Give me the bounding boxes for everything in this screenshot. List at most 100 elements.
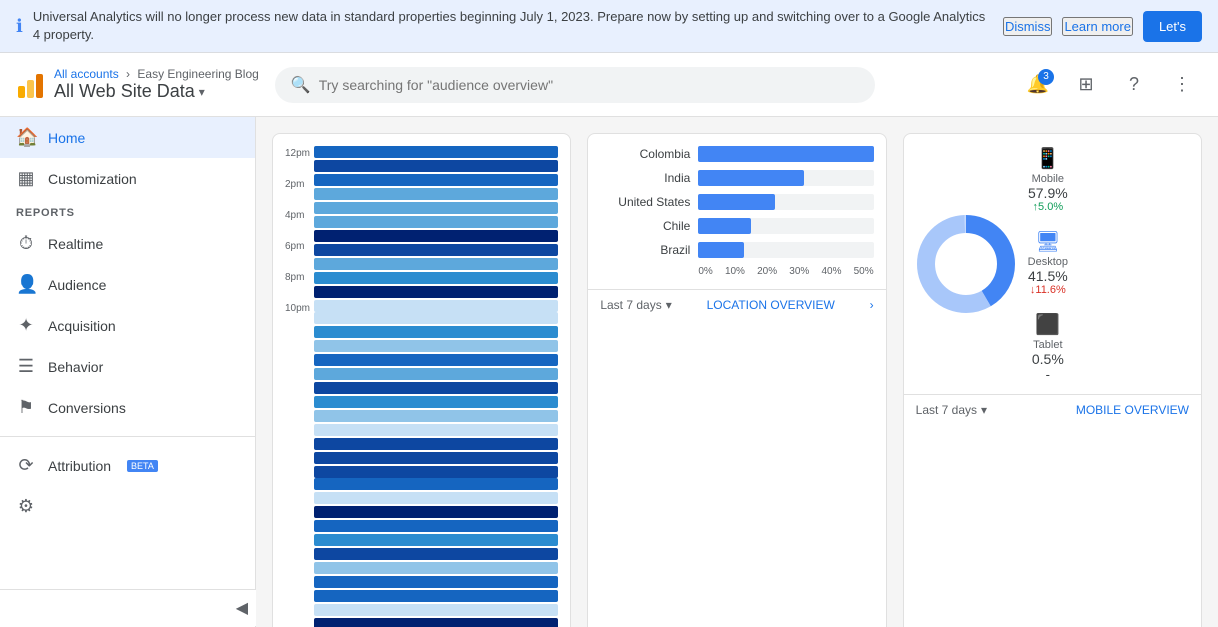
heatmap-cell[interactable] (314, 188, 558, 200)
location-bar-bg (698, 194, 873, 210)
heatmap-cell[interactable] (314, 590, 558, 602)
heatmap-cell[interactable] (314, 258, 558, 270)
help-button[interactable]: ? (1114, 65, 1154, 105)
device-value: 41.5% (1028, 268, 1068, 284)
main-layout: 🏠 Home ▦ Customization REPORTS ⏱ Realtim… (0, 117, 1218, 627)
location-overview-link[interactable]: LOCATION OVERVIEW (707, 298, 835, 312)
heatmap-cell[interactable] (314, 230, 558, 242)
heatmap-cell[interactable] (314, 396, 558, 408)
all-accounts-link[interactable]: All accounts (54, 67, 119, 81)
heatmap-cell[interactable] (314, 174, 558, 186)
heatmap-cell[interactable] (314, 368, 558, 380)
heatmap-cell[interactable] (314, 506, 558, 518)
device-period[interactable]: Last 7 days ▾ (916, 403, 987, 417)
sidebar-item-customization[interactable]: ▦ Customization (0, 158, 255, 199)
sidebar-item-acquisition[interactable]: ✦ Acquisition (0, 305, 255, 346)
heatmap-cell[interactable] (314, 520, 558, 532)
sidebar-item-attribution[interactable]: ⟳ Attribution BETA (0, 445, 255, 486)
heatmap-cell[interactable] (314, 326, 558, 338)
device-icon: 🖥 (1028, 229, 1068, 254)
device-body: 📱Mobile57.9%↑5.0%🖥Desktop41.5%↓11.6%⬛Tab… (904, 134, 1201, 394)
device-card: 📱Mobile57.9%↑5.0%🖥Desktop41.5%↓11.6%⬛Tab… (903, 133, 1202, 627)
sidebar-item-behavior[interactable]: ☰ Behavior (0, 346, 255, 387)
time-label: 6pm (285, 241, 310, 252)
mobile-overview-link[interactable]: MOBILE OVERVIEW (1076, 403, 1189, 417)
device-icon: ⬛ (1028, 312, 1068, 337)
axis-label: 10% (725, 266, 745, 277)
sidebar-collapse-button[interactable]: ◀ (0, 589, 256, 626)
header-actions: 🔔 3 ⊞ ? ⋮ (1018, 65, 1202, 105)
breadcrumb: All accounts › Easy Engineering Blog (54, 67, 259, 81)
location-dropdown-arrow: ▾ (666, 298, 672, 312)
heatmap-cell[interactable] (314, 466, 558, 478)
sidebar-item-home[interactable]: 🏠 Home (0, 117, 255, 158)
heatmap-cell[interactable] (314, 576, 558, 588)
sidebar-item-realtime[interactable]: ⏱ Realtime (0, 223, 255, 264)
lets-button[interactable]: Let's (1143, 11, 1202, 42)
axis-label: 0% (698, 266, 712, 277)
location-bar-fill (698, 146, 873, 162)
location-country-label: Brazil (600, 243, 690, 257)
property-name[interactable]: All Web Site Data ▾ (54, 81, 259, 102)
location-period[interactable]: Last 7 days ▾ (600, 298, 671, 312)
heatmap-cell[interactable] (314, 354, 558, 366)
location-row: United States (600, 194, 873, 210)
heatmap-cell[interactable] (314, 534, 558, 546)
heatmap-cell[interactable] (314, 478, 558, 490)
location-card: ColombiaIndiaUnited StatesChileBrazil0%1… (587, 133, 886, 627)
location-bar-bg (698, 218, 873, 234)
heatmap-cell[interactable] (314, 562, 558, 574)
sidebar-item-conversions[interactable]: ⚑ Conversions (0, 387, 255, 428)
axis-label: 40% (821, 266, 841, 277)
heatmap-cell[interactable] (314, 216, 558, 228)
location-country-label: India (600, 171, 690, 185)
dismiss-button[interactable]: Dismiss (1003, 17, 1053, 36)
device-stat-item: 📱Mobile57.9%↑5.0% (1028, 146, 1068, 213)
location-footer: Last 7 days ▾ LOCATION OVERVIEW › (588, 289, 885, 320)
heatmap-cell[interactable] (314, 604, 558, 616)
heatmap-cell[interactable] (314, 202, 558, 214)
settings-icon: ⚙ (16, 496, 36, 517)
heatmap-cell[interactable] (314, 244, 558, 256)
attribution-beta-badge: BETA (127, 460, 158, 472)
heatmap-cell[interactable] (314, 146, 558, 158)
heatmap-cell[interactable] (314, 272, 558, 284)
device-label: Mobile (1028, 173, 1068, 185)
heatmap-cell[interactable] (314, 286, 558, 298)
location-row: Brazil (600, 242, 873, 258)
time-labels: 12pm2pm4pm6pm8pm10pm (285, 146, 310, 314)
device-change: - (1028, 367, 1068, 382)
location-row: India (600, 170, 873, 186)
search-input[interactable] (319, 77, 859, 93)
heatmap-cell[interactable] (314, 312, 558, 324)
info-icon: ℹ (16, 16, 23, 37)
time-label: 4pm (285, 210, 310, 221)
location-country-label: Chile (600, 219, 690, 233)
heatmap-cell[interactable] (314, 492, 558, 504)
heatmap-cell[interactable] (314, 382, 558, 394)
sidebar-item-settings[interactable]: ⚙ (0, 486, 255, 527)
search-bar[interactable]: 🔍 (275, 67, 875, 103)
heatmap-cell[interactable] (314, 438, 558, 450)
notifications-button[interactable]: 🔔 3 (1018, 65, 1058, 105)
sidebar-item-audience[interactable]: 👤 Audience (0, 264, 255, 305)
device-value: 57.9% (1028, 185, 1068, 201)
sidebar-attribution-label: Attribution (48, 458, 111, 474)
device-icon: 📱 (1028, 146, 1068, 171)
learn-more-button[interactable]: Learn more (1062, 17, 1132, 36)
heatmap-cell[interactable] (314, 548, 558, 560)
more-options-button[interactable]: ⋮ (1162, 65, 1202, 105)
heatmap-cell[interactable] (314, 424, 558, 436)
location-bar-fill (698, 194, 775, 210)
property-selector[interactable]: All accounts › Easy Engineering Blog All… (54, 67, 259, 102)
heatmap-cell[interactable] (314, 452, 558, 464)
heatmap-cell[interactable] (314, 160, 558, 172)
notification-badge: 3 (1038, 69, 1054, 85)
heatmap-cell[interactable] (314, 410, 558, 422)
apps-button[interactable]: ⊞ (1066, 65, 1106, 105)
location-body: ColombiaIndiaUnited StatesChileBrazil0%1… (588, 134, 885, 289)
heatmap-col (314, 146, 558, 312)
analytics-logo (16, 70, 46, 100)
heatmap-cell[interactable] (314, 300, 558, 312)
heatmap-cell[interactable] (314, 340, 558, 352)
